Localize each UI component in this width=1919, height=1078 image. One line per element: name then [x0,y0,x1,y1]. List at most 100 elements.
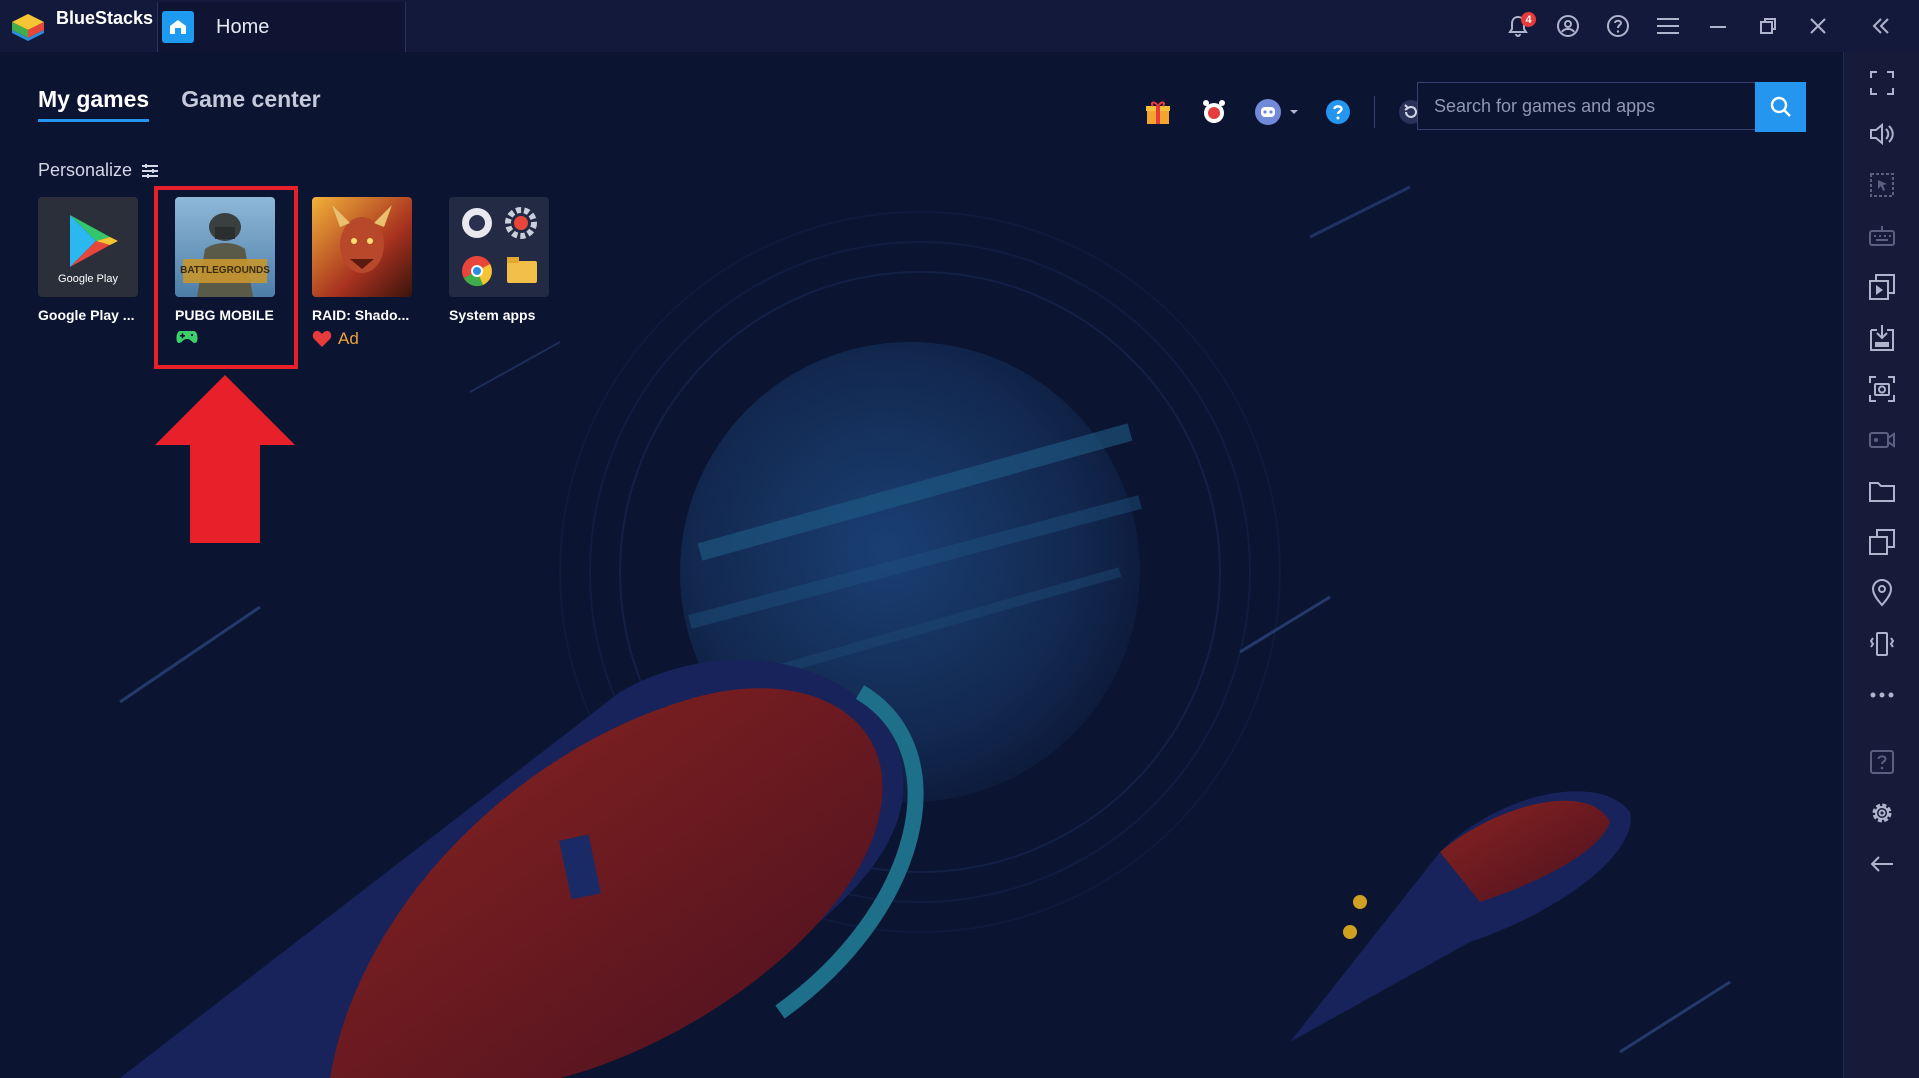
collapse-sidebar-button[interactable] [1843,0,1919,52]
heart-icon [312,330,332,347]
title-bar: BlueStacks Home 4 [0,0,1919,52]
search-box [1417,82,1806,132]
keyboard-controls-button[interactable] [1844,211,1919,261]
account-button[interactable] [1543,0,1593,52]
home-toolbar [1130,92,1439,132]
notification-badge: 4 [1521,12,1536,27]
main-area: My games Game center Personalize [0,52,1843,1078]
shake-button[interactable] [1844,619,1919,669]
google-play-thumbnail: Google Play [38,197,138,297]
main-tabs: My games Game center [38,86,353,122]
search-button[interactable] [1755,82,1806,132]
double-chevron-left-icon [1872,18,1889,34]
more-options-button[interactable] [1844,670,1919,720]
app-name: BlueStacks [56,8,154,28]
help-button[interactable] [1593,0,1643,52]
notifications-button[interactable]: 4 [1493,0,1543,52]
help-box-icon [1870,750,1894,774]
menu-button[interactable] [1643,0,1693,52]
multi-instance-button[interactable] [1844,517,1919,567]
pointer-lock-button[interactable] [1844,160,1919,210]
tab-game-center[interactable]: Game center [181,86,320,122]
more-dots-icon [1870,692,1894,698]
help-sidebar-button[interactable] [1844,737,1919,787]
ad-tag: Ad [312,329,412,349]
tab-home[interactable]: Home [157,2,406,52]
hamburger-icon [1657,18,1679,34]
search-input[interactable] [1417,82,1755,130]
app-name: System apps [449,307,536,323]
pubg-thumbnail: BATTLEGROUNDS [175,197,275,297]
shake-device-icon [1869,632,1895,656]
location-pin-icon [1871,579,1893,607]
discord-button[interactable] [1242,92,1310,132]
home-tab-label: Home [216,15,270,38]
gift-icon [1146,101,1170,124]
question-icon [1326,100,1350,124]
sliders-icon [142,163,159,178]
arrow-left-icon [1870,856,1893,872]
back-button[interactable] [1844,839,1919,889]
media-manager-button[interactable] [1844,262,1919,312]
folder-icon [1869,482,1895,502]
media-stack-icon [1869,274,1895,300]
apk-icon [1870,325,1894,351]
app-name: PUBG MOBILE [175,307,274,323]
app-pubg-mobile[interactable]: BATTLEGROUNDS PUBG MOBILE [175,197,275,345]
video-camera-icon [1869,432,1895,448]
game-controls-badge [175,329,275,345]
record-video-button[interactable] [1844,415,1919,465]
fullscreen-button[interactable] [1844,58,1919,108]
gear-icon [1872,803,1892,823]
caret-down-icon [1290,110,1298,114]
app-google-play[interactable]: Google Play Google Play ... [38,197,138,323]
app-raid-shadow-legends[interactable]: RAID: Shado... Ad [312,197,412,349]
restore-icon [1760,18,1776,34]
help-bubble-button[interactable] [1310,92,1366,132]
minimize-icon [1710,26,1726,28]
ad-label: Ad [338,329,359,348]
system-apps-thumbnail [449,197,549,297]
space-background [0,52,1843,1078]
up-arrow-annotation [155,375,295,543]
bluestacks-logo [12,14,44,41]
right-sidebar [1843,52,1919,1078]
search-icon [1770,96,1791,117]
raid-hero-art [332,205,392,273]
cursor-box-icon [1870,173,1894,197]
gamepad-icon [176,331,198,343]
app-name: Google Play ... [38,307,135,323]
user-icon [1557,15,1579,37]
pubg-soldier-art [183,213,267,297]
keyboard-icon [1869,226,1895,246]
location-button[interactable] [1844,568,1919,618]
help-icon [1607,15,1629,37]
camera-icon [1869,376,1895,402]
restore-button[interactable] [1743,0,1793,52]
personalize-button[interactable]: Personalize [38,160,159,181]
discord-icon [1255,99,1281,125]
system-apps-icons [462,207,537,287]
tab-my-games[interactable]: My games [38,86,150,122]
screenshot-button[interactable] [1844,364,1919,414]
raid-thumbnail [312,197,412,297]
google-play-logo-text: Google Play [58,273,118,285]
personalize-label: Personalize [38,160,133,180]
app-system-apps[interactable]: System apps [449,197,549,323]
home-icon [162,11,194,43]
close-button[interactable] [1793,0,1843,52]
gift-button[interactable] [1130,92,1186,132]
macro-button[interactable] [1186,92,1242,132]
alarm-clock-icon [1203,100,1225,123]
minimize-button[interactable] [1693,0,1743,52]
folder-button[interactable] [1844,466,1919,516]
close-icon [1810,18,1826,34]
app-name: RAID: Shado... [312,307,410,323]
install-apk-button[interactable] [1844,313,1919,363]
settings-button[interactable] [1844,788,1919,838]
volume-button[interactable] [1844,109,1919,159]
pubg-logo-text: BATTLEGROUNDS [180,265,270,276]
volume-icon [1870,122,1894,146]
fullscreen-icon [1870,71,1894,95]
toolbar-divider [1374,96,1375,128]
